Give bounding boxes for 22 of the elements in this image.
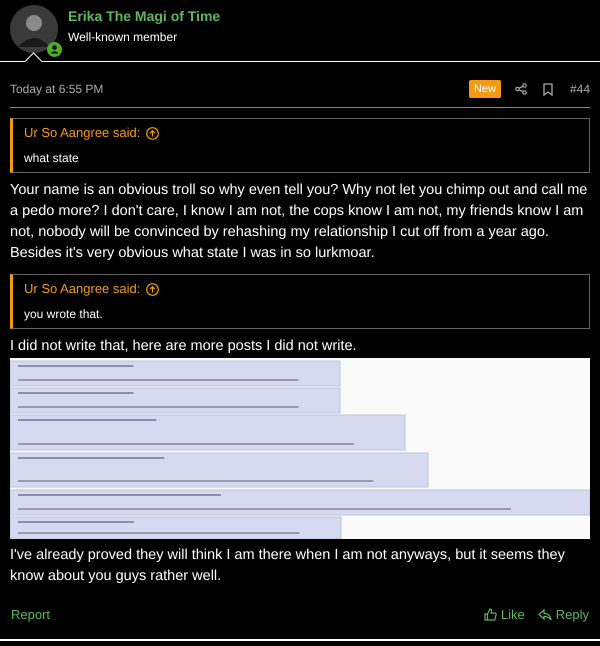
arrow-up-circle-icon[interactable] (146, 282, 160, 296)
reply-link[interactable]: Reply (538, 605, 589, 624)
like-link[interactable]: Like (484, 605, 525, 624)
share-icon[interactable] (514, 83, 527, 95)
thumbs-up-icon (484, 608, 497, 622)
quote-text: you wrote that. (24, 306, 104, 322)
username-link[interactable]: Erika The Magi of Time (68, 6, 220, 26)
post-time[interactable]: Today at 6:55 PM (10, 80, 104, 98)
avatar-figure[interactable] (10, 5, 58, 53)
quote-author[interactable]: Ur So Aangree said: (24, 279, 140, 299)
post-number-link[interactable]: #44 (570, 80, 590, 98)
post-text: I've already proved they will think I am there when I am not anyways, but it seems they know about you guys rather well. (10, 546, 566, 586)
report-link[interactable]: Report (11, 605, 50, 624)
new-label: New (468, 80, 501, 98)
quote-author[interactable]: Ur So Aangree said: (24, 123, 140, 143)
quote-text: what state (24, 150, 80, 166)
bookmark-icon[interactable] (542, 82, 553, 96)
arrow-up-circle-icon[interactable] (146, 126, 160, 140)
reply-icon (538, 608, 552, 621)
post-text: I did not write that, here are more posts I did not write. (10, 337, 358, 356)
post-text: Your name is an obvious troll so why even tell you? Why not let you chimp out and call me a pedo more? I don't care, I know I am not, the cops know I am not, my friends know I am not, nobody will be convinced by rehashing my relationship I cut off from a year ago. Besides it's very obvious what state I was in so lurkmoar. (10, 181, 588, 263)
user-title: Well-known member (68, 29, 178, 45)
